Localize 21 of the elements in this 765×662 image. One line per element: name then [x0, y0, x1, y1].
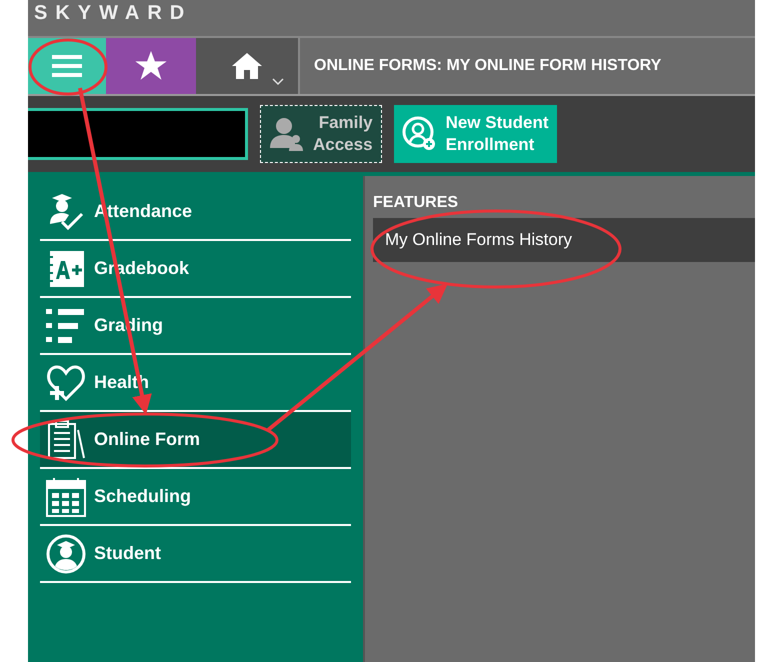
heart-plus-icon	[46, 362, 86, 402]
section-heading: FEATURES	[373, 194, 460, 212]
logo-text: SKYWARD	[34, 2, 192, 25]
clipboard-icon	[46, 420, 86, 460]
calendar-icon	[46, 476, 86, 516]
student-icon	[46, 534, 86, 574]
family-access-button[interactable]: Family Access	[260, 105, 382, 163]
home-icon	[230, 51, 264, 81]
page-title: ONLINE FORMS: MY ONLINE FORM HISTORY	[313, 56, 662, 76]
home-button[interactable]	[196, 38, 300, 94]
user-add-icon	[402, 116, 438, 152]
users-icon	[269, 116, 305, 152]
sidebar-item[interactable]: Student	[40, 526, 351, 583]
sidebar-item[interactable]: Scheduling	[40, 469, 351, 526]
star-icon	[135, 51, 167, 81]
caret-icon	[272, 78, 284, 86]
search-field[interactable]	[28, 108, 248, 160]
feature-link[interactable]: My Online Forms History	[373, 218, 755, 262]
favorites-button[interactable]	[106, 38, 196, 94]
sidebar-item[interactable]: Online Form	[40, 412, 351, 469]
menu-icon	[52, 54, 82, 78]
